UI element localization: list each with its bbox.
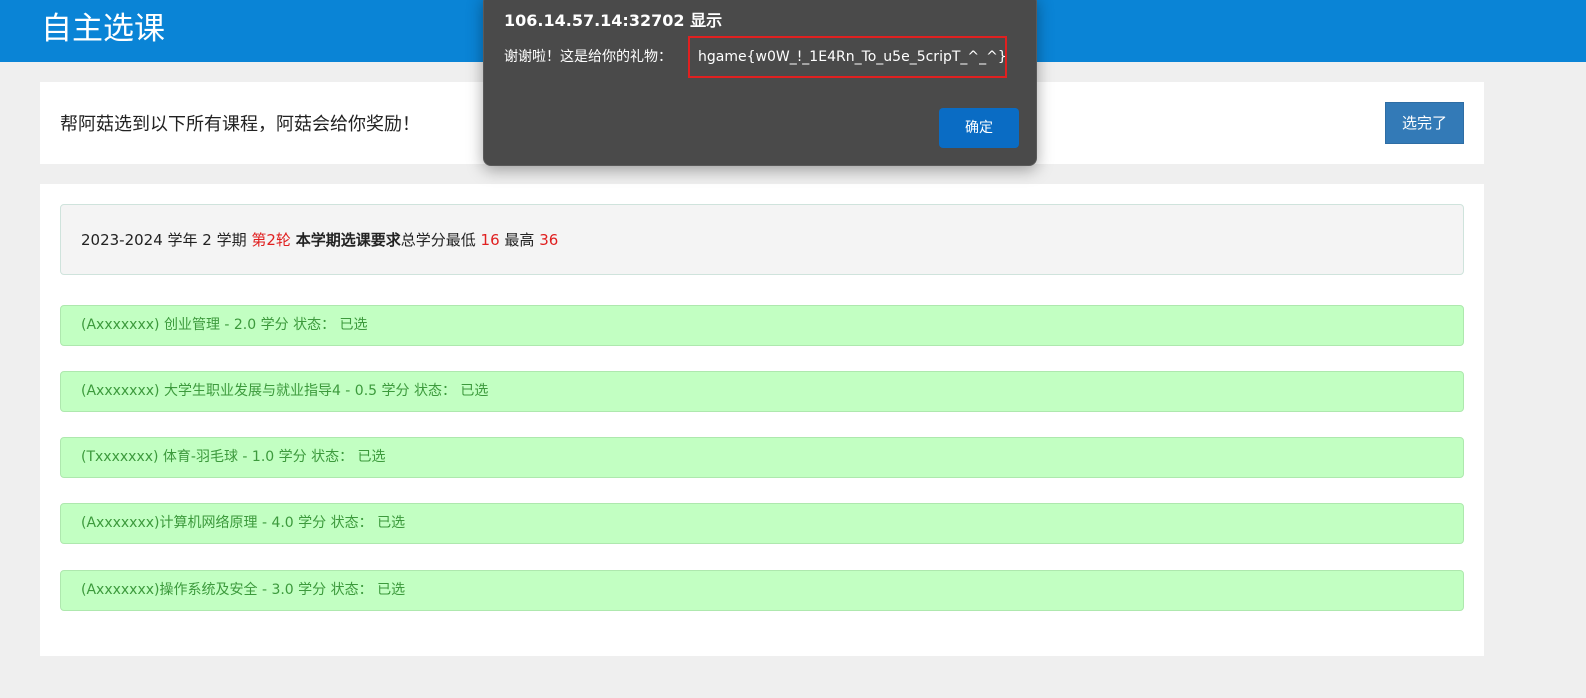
max-label: 最高: [504, 231, 535, 249]
alert-dialog: 106.14.57.14:32702 显示 谢谢啦！这是给你的礼物： hgame…: [483, 0, 1037, 166]
course-item[interactable]: (Axxxxxxx) 创业管理 - 2.0 学分 状态： 已选: [60, 305, 1464, 346]
course-item[interactable]: (Axxxxxxx)计算机网络原理 - 4.0 学分 状态： 已选: [60, 503, 1464, 544]
course-list-panel: 2023-2024 学年 2 学期 第2轮 本学期选课要求总学分最低 16 最高…: [40, 184, 1484, 656]
semester-info: 2023-2024 学年 2 学期 第2轮 本学期选课要求总学分最低 16 最高…: [60, 204, 1464, 275]
semester-year: 2023-2024 学年 2 学期: [81, 231, 247, 249]
course-item[interactable]: (Txxxxxxx) 体育-羽毛球 - 1.0 学分 状态： 已选: [60, 437, 1464, 478]
course-item[interactable]: (Axxxxxxx) 大学生职业发展与就业指导4 - 0.5 学分 状态： 已选: [60, 371, 1464, 412]
page-title: 自主选课: [41, 11, 165, 47]
max-credits: 36: [539, 231, 559, 249]
requirement-label: 本学期选课要求: [295, 231, 401, 249]
course-item[interactable]: (Axxxxxxx)操作系统及安全 - 3.0 学分 状态： 已选: [60, 570, 1464, 611]
done-button[interactable]: 选完了: [1385, 102, 1464, 144]
dialog-message: 谢谢啦！这是给你的礼物：: [504, 49, 672, 65]
instruction-text: 帮阿菇选到以下所有课程，阿菇会给你奖励！: [60, 114, 420, 135]
dialog-title: 106.14.57.14:32702 显示: [504, 11, 723, 30]
credit-text: 总学分最低: [400, 231, 476, 249]
min-credits: 16: [480, 231, 500, 249]
round-label: 第2轮: [251, 231, 291, 249]
flag-text: hgame{w0W_!_1E4Rn_To_u5e_5cripT_^_^}: [688, 36, 1007, 78]
ok-button[interactable]: 确定: [939, 108, 1019, 148]
